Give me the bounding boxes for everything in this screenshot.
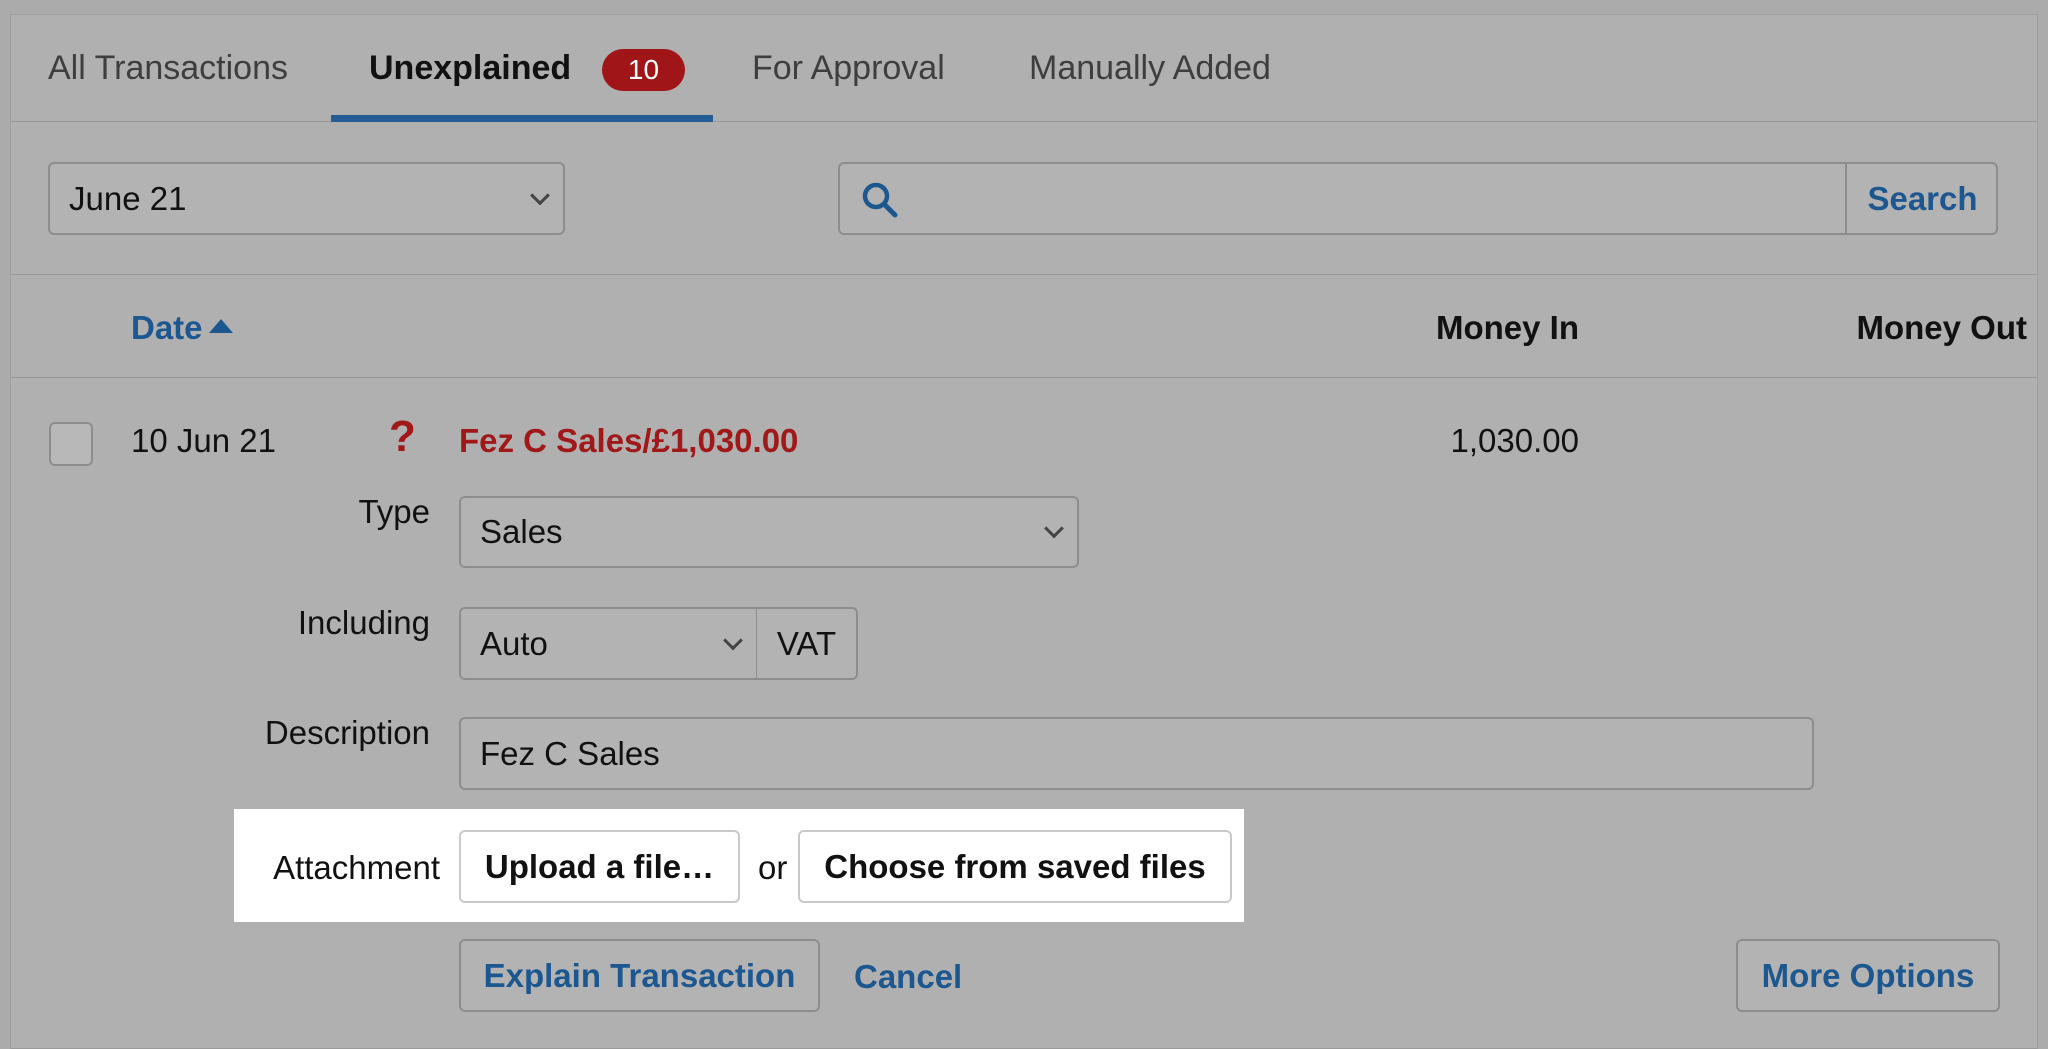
chevron-down-icon [723, 630, 743, 650]
tab-bar: All Transactions Unexplained 10 For Appr… [11, 15, 2037, 122]
explain-transaction-button[interactable]: Explain Transaction [459, 939, 820, 1012]
tab-manually-added[interactable]: Manually Added [1029, 49, 1271, 88]
choose-saved-files-button[interactable]: Choose from saved files [798, 830, 1232, 903]
cancel-link[interactable]: Cancel [854, 958, 962, 996]
table-row: 10 Jun 21 ? Fez C Sales/£1,030.00 1,030.… [11, 378, 2037, 1049]
active-tab-indicator [331, 115, 713, 122]
including-select[interactable]: Auto [459, 607, 758, 680]
more-options-button[interactable]: More Options [1736, 939, 2000, 1012]
search-button[interactable]: Search [1847, 164, 1998, 233]
column-header-money-out[interactable]: Money Out [1857, 309, 2028, 347]
month-select-value: June 21 [69, 179, 187, 217]
tab-for-approval[interactable]: For Approval [752, 49, 945, 88]
tab-all-transactions[interactable]: All Transactions [48, 49, 288, 88]
column-header-money-in[interactable]: Money In [1436, 309, 1579, 347]
transaction-title[interactable]: Fez C Sales/£1,030.00 [459, 422, 798, 460]
type-select-value: Sales [480, 513, 563, 550]
search-icon [862, 182, 898, 218]
month-select[interactable]: June 21 [48, 162, 565, 235]
vat-addon: VAT [757, 607, 858, 680]
filter-row: June 21 Search [11, 122, 2037, 275]
chevron-down-icon [530, 185, 550, 205]
tab-unexplained[interactable]: Unexplained [369, 49, 571, 88]
type-label: Type [358, 493, 430, 530]
chevron-down-icon [1044, 518, 1064, 539]
row-checkbox[interactable] [49, 422, 93, 466]
transactions-panel: All Transactions Unexplained 10 For Appr… [10, 14, 2038, 1049]
or-text: or [758, 849, 788, 886]
question-mark-icon: ? [389, 412, 416, 461]
row-date: 10 Jun 21 [131, 422, 276, 459]
including-label: Including [297, 604, 430, 641]
type-select[interactable]: Sales [459, 496, 1079, 568]
column-header-date[interactable]: Date [131, 309, 233, 347]
search-input[interactable]: Search [838, 162, 1998, 235]
description-label: Description [264, 714, 430, 751]
attachment-section: Attachment Upload a file… or Choose from… [234, 809, 1244, 922]
description-value: Fez C Sales [480, 734, 660, 772]
row-money-in: 1,030.00 [1450, 422, 1579, 459]
table-header: Date Money In Money Out [11, 275, 2037, 378]
unexplained-count-badge: 10 [602, 49, 685, 91]
attachment-label: Attachment [273, 849, 440, 886]
description-field[interactable]: Fez C Sales [459, 717, 1814, 790]
column-header-date-label: Date [131, 309, 203, 346]
sort-ascending-icon [208, 319, 233, 333]
upload-file-button[interactable]: Upload a file… [459, 830, 740, 903]
including-select-value: Auto [480, 624, 548, 662]
